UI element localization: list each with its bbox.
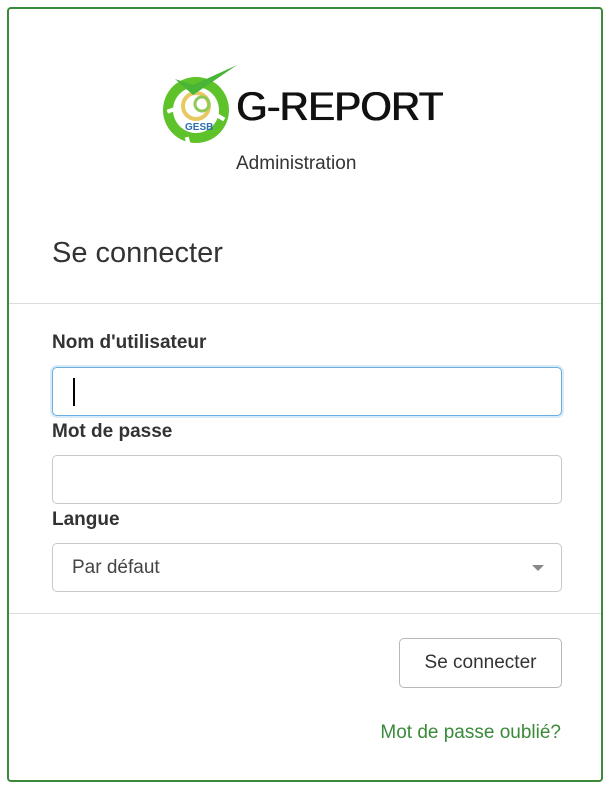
forgot-password-link[interactable]: Mot de passe oublié? [380, 722, 561, 744]
language-select[interactable]: Par défaut [52, 543, 562, 592]
logo-wordmark: G-REPORT [236, 85, 443, 129]
password-input[interactable] [52, 455, 562, 504]
app-subtitle: Administration [236, 153, 357, 174]
page-title: Se connecter [52, 237, 223, 269]
username-label: Nom d'utilisateur [52, 332, 207, 353]
logo-badge-text: GESB [185, 122, 213, 133]
header-divider [9, 303, 601, 304]
brand-logo: GESB G-REPORT [159, 59, 459, 149]
language-selected-value: Par défaut [72, 557, 160, 578]
chevron-down-icon [532, 565, 544, 571]
username-input[interactable] [52, 367, 562, 416]
footer-divider [9, 613, 601, 614]
text-caret [73, 378, 75, 406]
login-button[interactable]: Se connecter [399, 638, 562, 688]
password-label: Mot de passe [52, 421, 173, 442]
login-card: GESB G-REPORT Administration Se connecte… [7, 7, 603, 782]
language-label: Langue [52, 509, 120, 530]
